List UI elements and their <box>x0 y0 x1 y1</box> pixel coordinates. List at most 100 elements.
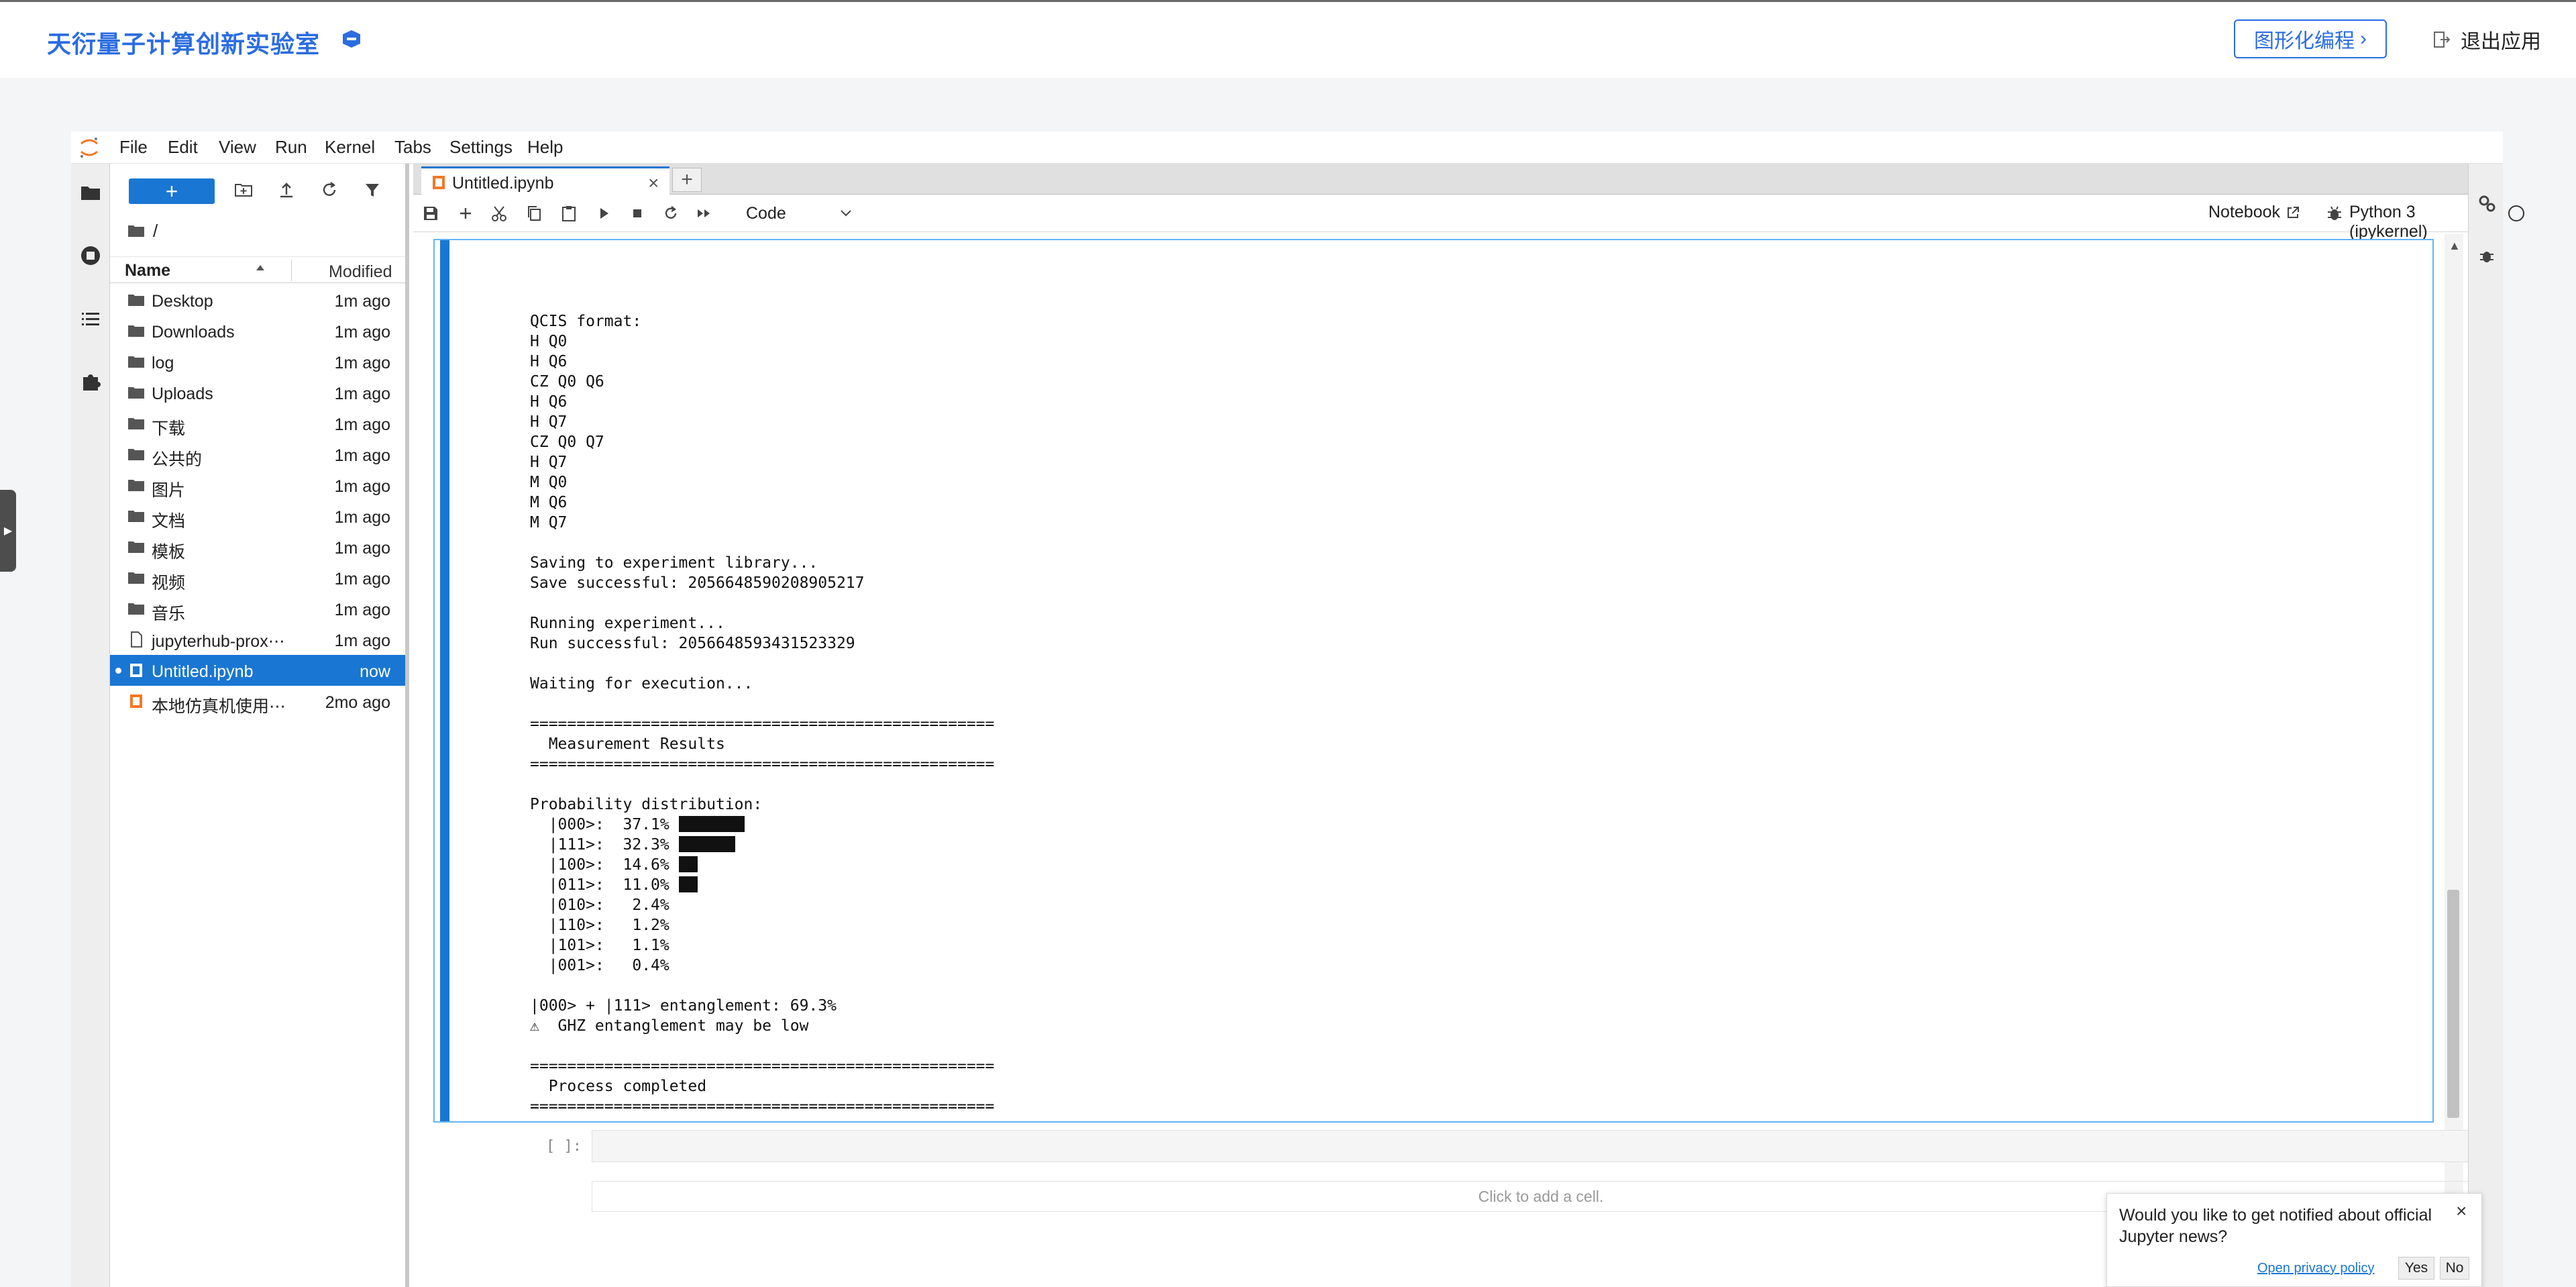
folder-icon <box>127 446 145 462</box>
probability-value: 14.6% <box>623 856 669 874</box>
file-row[interactable]: 公共的 1m ago <box>110 439 405 470</box>
sort-ascending-icon[interactable] <box>255 264 266 272</box>
file-row[interactable]: 下载 1m ago <box>110 408 405 439</box>
column-modified-header[interactable]: Modified <box>329 262 392 282</box>
probability-row: |000>: 37.1% <box>530 816 745 833</box>
open-in-notebook-link[interactable]: Notebook <box>2208 203 2300 222</box>
file-row[interactable]: 模板 1m ago <box>110 531 405 562</box>
menu-run[interactable]: Run <box>275 137 307 158</box>
output-line: H Q7 <box>530 454 568 471</box>
toast-yes-button[interactable]: Yes <box>2398 1257 2434 1280</box>
tab-untitled-ipynb[interactable]: Untitled.ipynb × <box>421 166 669 195</box>
paste-icon[interactable] <box>559 204 578 223</box>
running-sessions-icon[interactable] <box>79 244 102 267</box>
filter-icon[interactable] <box>362 180 385 203</box>
notebook-icon <box>127 693 145 709</box>
probability-value: 0.4% <box>632 957 669 974</box>
file-row[interactable]: Desktop 1m ago <box>110 285 405 315</box>
debugger-bug-icon[interactable] <box>2325 204 2344 223</box>
run-all-icon[interactable] <box>695 204 714 223</box>
file-name: Desktop <box>152 292 213 311</box>
file-row[interactable]: 本地仿真机使用⋯ 2mo ago <box>110 686 405 717</box>
breadcrumb-root[interactable]: / <box>153 221 158 242</box>
output-line: QCIS format: <box>530 313 642 330</box>
probability-bar <box>678 816 745 832</box>
file-modified: 1m ago <box>334 354 390 372</box>
toast-message: Would you like to get notified about off… <box>2119 1206 2432 1246</box>
menu-view[interactable]: View <box>219 137 256 158</box>
sidebar-expand-handle[interactable]: ▶ <box>0 490 16 572</box>
notebook-scrollbar[interactable] <box>2445 234 2463 1287</box>
menu-kernel[interactable]: Kernel <box>325 137 375 158</box>
file-modified: 1m ago <box>334 292 390 311</box>
file-row[interactable]: Untitled.ipynb now <box>110 655 405 686</box>
file-row[interactable]: Downloads 1m ago <box>110 315 405 346</box>
privacy-policy-link[interactable]: Open privacy policy <box>2257 1261 2375 1276</box>
output-line: Probability distribution: <box>530 796 763 813</box>
file-row[interactable]: jupyterhub-prox⋯ 1m ago <box>110 624 405 655</box>
file-row[interactable]: Uploads 1m ago <box>110 377 405 408</box>
output-cell[interactable]: QCIS format: H Q0 H Q6 CZ Q0 Q6 H Q6 H Q… <box>433 239 2434 1123</box>
insert-cell-icon[interactable] <box>456 204 475 223</box>
chevron-right-icon: › <box>2360 28 2367 50</box>
new-launcher-button[interactable]: + <box>129 178 215 204</box>
property-inspector-gears-icon[interactable] <box>2477 193 2497 213</box>
output-line: Process completed <box>530 1078 707 1095</box>
menu-help[interactable]: Help <box>527 137 563 158</box>
upload-icon[interactable] <box>276 180 299 203</box>
refresh-icon[interactable] <box>319 180 342 203</box>
file-row[interactable]: log 1m ago <box>110 346 405 377</box>
folder-icon <box>127 292 145 308</box>
toast-no-button[interactable]: No <box>2440 1257 2469 1280</box>
app-header: 天衍量子计算创新实验室 图形化编程 › 退出应用 <box>0 0 2576 78</box>
scrollbar-thumb[interactable] <box>2447 890 2459 1118</box>
new-tab-button[interactable]: + <box>672 168 702 192</box>
probability-row: |101>: 1.1% <box>548 937 669 954</box>
exit-app-button[interactable]: 退出应用 <box>2432 23 2541 56</box>
stop-kernel-icon[interactable] <box>628 204 647 223</box>
file-icon <box>127 631 145 648</box>
run-cell-icon[interactable] <box>594 204 613 223</box>
menu-file[interactable]: File <box>119 137 148 158</box>
file-row[interactable]: 图片 1m ago <box>110 470 405 501</box>
output-line: H Q7 <box>530 413 568 431</box>
tab-close-icon[interactable]: × <box>648 172 659 194</box>
folder-icon <box>127 477 145 493</box>
new-folder-icon[interactable] <box>233 180 256 203</box>
probability-value: 11.0% <box>623 876 669 894</box>
extension-puzzle-icon[interactable] <box>79 370 102 393</box>
jupyter-news-toast: Would you like to get notified about off… <box>2106 1193 2482 1287</box>
visual-programming-button[interactable]: 图形化编程 › <box>2234 19 2387 58</box>
menu-settings[interactable]: Settings <box>449 137 513 158</box>
debugger-bug-icon[interactable] <box>2477 246 2497 266</box>
column-divider[interactable] <box>291 260 292 281</box>
restart-kernel-icon[interactable] <box>661 204 680 223</box>
cell-type-select[interactable]: Code <box>742 201 856 225</box>
file-browser-folder-icon[interactable] <box>79 181 102 204</box>
cell-collapser[interactable] <box>440 240 449 1121</box>
scroll-up-arrow-icon[interactable]: ▲ <box>2449 239 2461 253</box>
probability-value: 37.1% <box>623 816 669 833</box>
cut-icon[interactable] <box>490 204 508 223</box>
breadcrumb[interactable]: / <box>127 219 158 243</box>
column-name-header[interactable]: Name <box>125 261 170 280</box>
menu-edit[interactable]: Edit <box>168 137 198 158</box>
file-name: Untitled.ipynb <box>152 662 254 681</box>
copy-icon[interactable] <box>525 204 543 223</box>
output-line: Measurement Results <box>530 735 725 753</box>
empty-code-cell-input[interactable] <box>592 1130 2490 1162</box>
menu-tabs[interactable]: Tabs <box>394 137 431 158</box>
table-of-contents-icon[interactable] <box>79 307 102 330</box>
jupyterlab-window: File Edit View Run Kernel Tabs Settings … <box>71 132 2524 1287</box>
toast-close-icon[interactable]: × <box>2456 1200 2467 1222</box>
probability-row: |011>: 11.0% <box>530 876 698 894</box>
cell-output-text: QCIS format: H Q0 H Q6 CZ Q0 Q6 H Q6 H Q… <box>530 311 994 1117</box>
file-row[interactable]: 文档 1m ago <box>110 501 405 531</box>
basis-state: |100> <box>548 856 595 874</box>
file-row[interactable]: 音乐 1m ago <box>110 593 405 624</box>
save-icon[interactable] <box>421 204 440 223</box>
folder-icon <box>127 323 145 339</box>
file-row[interactable]: 视频 1m ago <box>110 562 405 593</box>
logout-icon <box>2432 30 2451 49</box>
empty-cell-prompt: [ ]: <box>546 1138 582 1155</box>
